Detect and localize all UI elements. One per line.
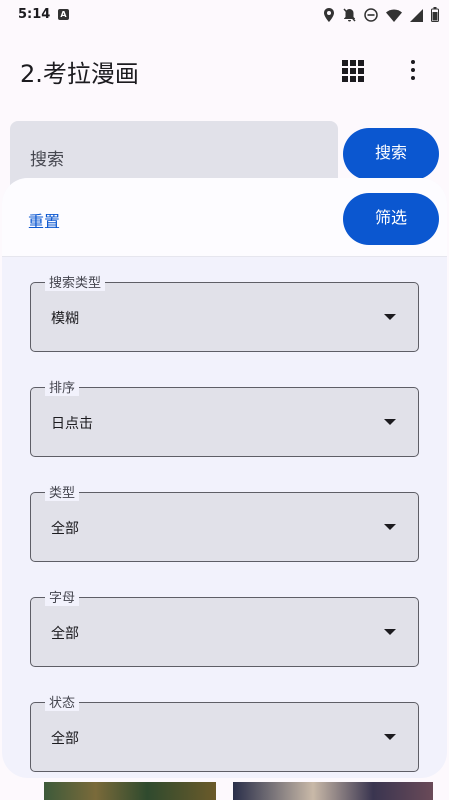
filter-sheet: 重置 筛选 搜索类型 模糊 排序 日点击 类型 全部 字母 全部 状态 全部	[2, 178, 447, 778]
status-bar: 5:14 A	[0, 0, 449, 30]
filter-button[interactable]: 筛选	[343, 193, 439, 245]
field-label: 搜索类型	[45, 272, 106, 291]
dropdown-arrow-icon	[384, 524, 396, 530]
status-time: 5:14	[18, 7, 51, 22]
field-value: 全部	[51, 626, 79, 642]
grid-view-icon[interactable]	[342, 60, 366, 82]
more-vert-icon[interactable]	[405, 58, 421, 82]
category-dropdown[interactable]: 类型 全部	[30, 482, 419, 562]
status-dropdown[interactable]: 状态 全部	[30, 692, 419, 772]
field-label: 字母	[45, 587, 80, 606]
letter-dropdown[interactable]: 字母 全部	[30, 587, 419, 667]
filter-sheet-header: 重置 筛选	[2, 178, 447, 257]
search-type-dropdown[interactable]: 搜索类型 模糊	[30, 272, 419, 352]
search-button[interactable]: 搜索	[343, 128, 439, 180]
field-value: 日点击	[51, 416, 93, 432]
comic-thumbnail[interactable]	[44, 782, 216, 800]
dropdown-arrow-icon	[384, 629, 396, 635]
dropdown-arrow-icon	[384, 734, 396, 740]
app-title: 2.考拉漫画	[20, 60, 139, 88]
dnd-icon	[364, 7, 378, 26]
notification-app-icon: A	[58, 9, 69, 20]
field-value: 全部	[51, 521, 79, 537]
comic-thumbnail[interactable]	[233, 782, 433, 800]
field-value: 全部	[51, 731, 79, 747]
field-label: 状态	[45, 692, 80, 711]
battery-icon	[431, 7, 439, 26]
reset-button[interactable]: 重置	[28, 208, 60, 232]
bell-off-icon	[343, 7, 356, 26]
search-placeholder: 搜索	[30, 150, 64, 170]
sort-dropdown[interactable]: 排序 日点击	[30, 377, 419, 457]
field-label: 排序	[45, 377, 80, 396]
dropdown-arrow-icon	[384, 419, 396, 425]
status-icons	[323, 7, 439, 26]
field-label: 类型	[45, 482, 80, 501]
signal-icon	[410, 7, 423, 26]
wifi-icon	[386, 7, 402, 26]
field-value: 模糊	[51, 311, 79, 327]
dropdown-arrow-icon	[384, 314, 396, 320]
location-icon	[323, 7, 335, 26]
